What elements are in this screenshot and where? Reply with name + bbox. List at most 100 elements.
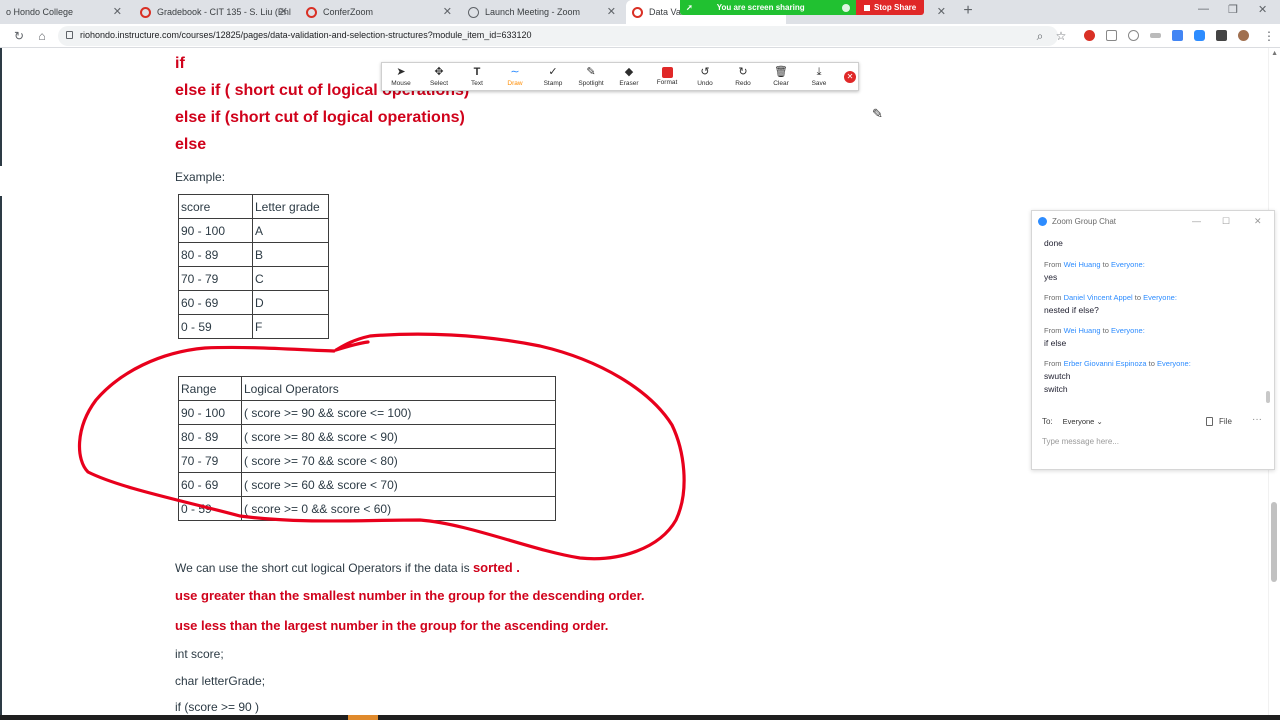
taskbar-edge [0, 715, 1280, 720]
scroll-up-icon[interactable]: ▲ [1271, 50, 1278, 57]
select-move-icon: ✥ [434, 65, 444, 78]
extension-translate-icon[interactable] [1172, 30, 1183, 41]
file-button[interactable]: File [1206, 417, 1232, 426]
sender-name[interactable]: Wei Huang [1064, 326, 1101, 335]
minimize-icon[interactable]: — [1198, 3, 1209, 15]
chat-recipient-row: To: Everyone ⌄ [1042, 417, 1103, 426]
table-header: Range [178, 376, 242, 401]
canvas-logo-icon [632, 6, 643, 18]
tab-title: Launch Meeting - Zoom [485, 7, 581, 17]
extensions-puzzle-icon[interactable] [1216, 30, 1227, 41]
tab-gradebook[interactable]: Gradebook - CIT 135 - S. Liu (Enl ✕ [134, 0, 296, 24]
chat-message-text: nested if else? [1044, 305, 1099, 315]
trash-icon: 🗑 [774, 65, 788, 78]
close-annotation-icon[interactable]: ✕ [844, 70, 856, 83]
profile-avatar[interactable] [1238, 30, 1249, 41]
tool-select[interactable]: ✥ Select [420, 63, 458, 90]
table-header: score [178, 194, 253, 219]
extension-shield-icon[interactable] [1106, 30, 1117, 41]
file-label: File [1219, 417, 1232, 426]
close-window-icon[interactable]: ✕ [1258, 3, 1267, 16]
table-cell: B [252, 242, 329, 267]
omnibox[interactable]: riohondo.instructure.com/courses/12825/p… [58, 26, 1058, 46]
keyword-if: if [175, 55, 185, 72]
recipient-name: Everyone: [1143, 293, 1177, 302]
tab-title: ConferZoom [323, 7, 374, 17]
table-row: 70 - 79 C [178, 266, 329, 291]
tab-close-icon[interactable]: ✕ [279, 5, 288, 18]
extension-opera-icon[interactable] [1084, 30, 1095, 41]
sender-name[interactable]: Wei Huang [1064, 260, 1101, 269]
tab-close-icon[interactable]: ✕ [113, 5, 122, 18]
tool-save[interactable]: ⤓ Save [800, 63, 838, 90]
table-cell: 70 - 79 [178, 448, 242, 473]
tool-stamp[interactable]: ✓ Stamp [534, 63, 572, 90]
tab-launch-meeting[interactable]: Launch Meeting - Zoom ✕ [462, 0, 624, 24]
url-text[interactable]: riohondo.instructure.com/courses/12825/p… [80, 30, 532, 40]
sorted-sentence: We can use the short cut logical Operato… [175, 560, 520, 575]
table-cell: ( score >= 90 && score <= 100) [241, 400, 556, 425]
home-icon[interactable]: ⌂ [35, 29, 49, 43]
bookmark-star-icon[interactable]: ☆ [1054, 29, 1068, 43]
sharing-status-text: You are screen sharing [716, 3, 805, 12]
tool-eraser[interactable]: ◆ Eraser [610, 63, 648, 90]
from-word: From [1044, 326, 1062, 335]
table-header-row: Range Logical Operators [178, 376, 556, 401]
table-row: 90 - 100 ( score >= 90 && score <= 100) [178, 400, 556, 425]
extension-zoom-icon[interactable] [1194, 30, 1205, 41]
browser-menu-icon[interactable]: ⋮ [1262, 29, 1276, 43]
chat-close-icon[interactable]: ✕ [1254, 216, 1262, 227]
tool-clear[interactable]: 🗑 Clear [762, 63, 800, 90]
extension-camera-icon[interactable] [1128, 30, 1139, 41]
to-word: to [1148, 359, 1155, 368]
tool-spotlight[interactable]: ✎ Spotlight [572, 63, 610, 90]
chat-message-text: if else [1044, 338, 1067, 348]
reload-icon[interactable]: ↻ [12, 29, 26, 43]
chat-scrollbar[interactable] [1266, 241, 1270, 403]
chat-message: From Daniel Vincent Appel to Everyone: n… [1044, 293, 1264, 315]
screen-share-bar: ➚ You are screen sharing Stop Share [680, 0, 925, 15]
table-cell: 90 - 100 [178, 400, 242, 425]
tab-close-icon[interactable]: ✕ [607, 5, 616, 18]
tab-conferzoom[interactable]: ConferZoom ✕ [298, 0, 460, 24]
course-nav-edge [0, 196, 2, 720]
example-label: Example: [175, 170, 226, 184]
chat-maximize-icon[interactable]: ☐ [1222, 216, 1230, 227]
tool-format[interactable]: Format [648, 63, 686, 90]
code-line: char letterGrade; [175, 674, 266, 688]
recipient-value: Everyone [1062, 417, 1095, 426]
recipient-dropdown[interactable]: Everyone ⌄ [1063, 417, 1103, 426]
chat-minimize-icon[interactable]: — [1192, 216, 1201, 226]
more-options-icon[interactable]: ··· [1252, 414, 1262, 425]
new-tab-button[interactable]: + [960, 2, 976, 20]
file-icon [1206, 417, 1213, 426]
tool-text[interactable]: T Text [458, 63, 496, 90]
tool-mouse[interactable]: ➤ Mouse [382, 63, 420, 90]
tool-label: Select [429, 79, 449, 87]
tab-close-icon[interactable]: ✕ [443, 5, 452, 18]
extension-font-icon[interactable] [1150, 33, 1161, 38]
tool-undo[interactable]: ↺ Undo [686, 63, 724, 90]
zoom-group-chat: Zoom Group Chat — ☐ ✕ done From Wei Huan… [1031, 210, 1275, 470]
tool-draw[interactable]: ∼ Draw [496, 63, 534, 90]
stop-share-label: Stop Share [874, 3, 917, 12]
table-cell: A [252, 218, 329, 243]
tab-close-icon[interactable]: ✕ [937, 5, 946, 18]
table-row: 0 - 59 F [178, 314, 329, 339]
sender-name[interactable]: Daniel Vincent Appel [1064, 293, 1133, 302]
chat-message-input[interactable]: Type message here... [1042, 437, 1119, 446]
tab-rio-hondo[interactable]: o Hondo College ✕ [0, 0, 130, 24]
table-cell: 0 - 59 [178, 496, 242, 521]
chat-scroll-thumb[interactable] [1266, 391, 1270, 403]
zoom-magnifier-icon[interactable]: ⌕ [1033, 29, 1047, 43]
chat-message-sender: From Wei Huang to Everyone: [1044, 326, 1264, 335]
grade-table: score Letter grade 90 - 100 A 80 - 89 B 70… [178, 194, 329, 339]
restore-icon[interactable]: ❐ [1228, 3, 1238, 16]
sender-name[interactable]: Erber Giovanni Espinoza [1064, 359, 1147, 368]
pause-share-icon[interactable] [842, 3, 850, 12]
tool-redo[interactable]: ↻ Redo [724, 63, 762, 90]
sharing-status[interactable]: ➚ You are screen sharing [680, 0, 856, 15]
scrollbar-thumb[interactable] [1271, 502, 1277, 582]
stop-share-button[interactable]: Stop Share [856, 0, 925, 15]
table-cell: ( score >= 60 && score < 70) [241, 472, 556, 497]
